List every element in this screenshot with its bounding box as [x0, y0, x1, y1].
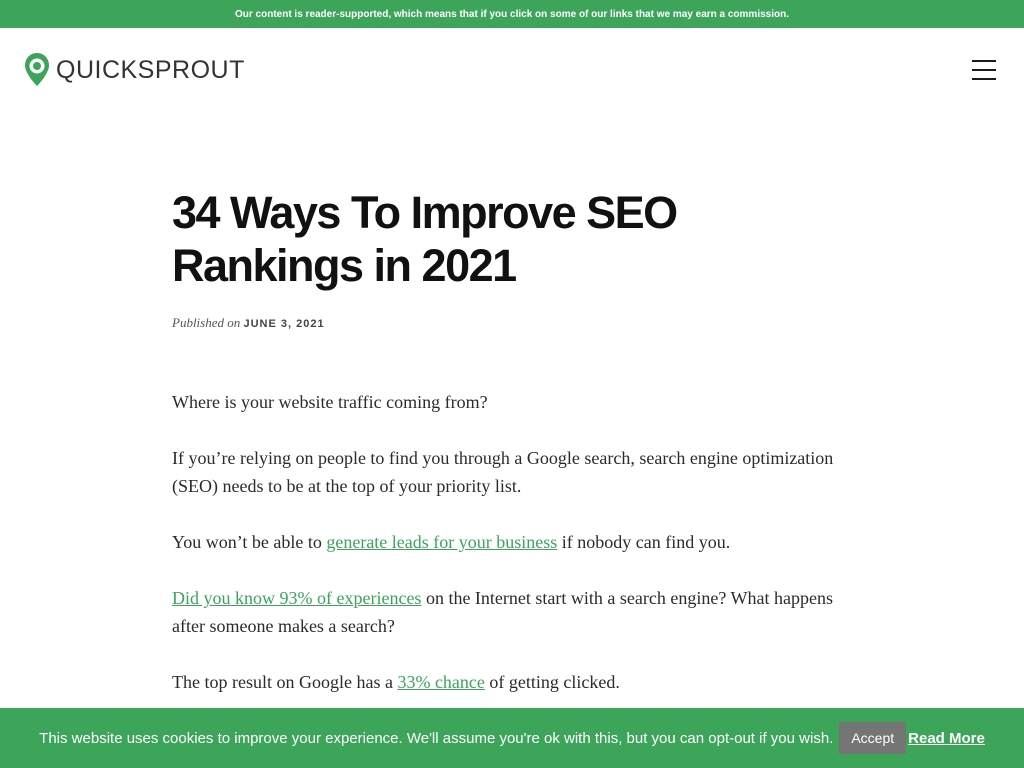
article-body: Where is your website traffic coming fro…	[172, 388, 862, 696]
article-title: 34 Ways To Improve SEO Rankings in 2021	[172, 187, 678, 291]
logo-text: QUICKSPROUT	[56, 55, 245, 84]
publish-date: JUNE 3, 2021	[243, 318, 325, 330]
paragraph: The top result on Google has a 33% chanc…	[172, 672, 620, 692]
affiliate-disclosure-bar: Our content is reader-supported, which m…	[0, 0, 1024, 28]
paragraph: If you’re relying on people to find you …	[172, 448, 834, 496]
byline: Published on JUNE 3, 2021	[172, 315, 862, 331]
search-stats-link[interactable]: Did you know 93% of experiences	[172, 588, 421, 608]
click-chance-link[interactable]: 33% chance	[397, 672, 484, 692]
quicksprout-logo-icon	[25, 53, 49, 86]
cookie-message: This website uses cookies to improve you…	[39, 729, 834, 747]
cookie-consent-bar: This website uses cookies to improve you…	[0, 708, 1024, 768]
paragraph: You won’t be able to generate leads for …	[172, 532, 731, 552]
site-logo[interactable]: QUICKSPROUT	[24, 52, 245, 88]
article: 34 Ways To Improve SEO Rankings in 2021 …	[172, 186, 862, 724]
published-label: Published on	[172, 315, 241, 330]
hamburger-menu-icon[interactable]	[972, 60, 998, 84]
site-header: QUICKSPROUT	[0, 28, 1024, 112]
paragraph: Did you know 93% of experiences on the I…	[172, 588, 833, 636]
generate-leads-link[interactable]: generate leads for your business	[326, 532, 557, 552]
accept-cookies-button[interactable]: Accept	[839, 722, 907, 754]
paragraph: Where is your website traffic coming fro…	[172, 392, 488, 412]
read-more-link[interactable]: Read More	[908, 730, 985, 747]
disclosure-text: Our content is reader-supported, which m…	[234, 8, 789, 20]
